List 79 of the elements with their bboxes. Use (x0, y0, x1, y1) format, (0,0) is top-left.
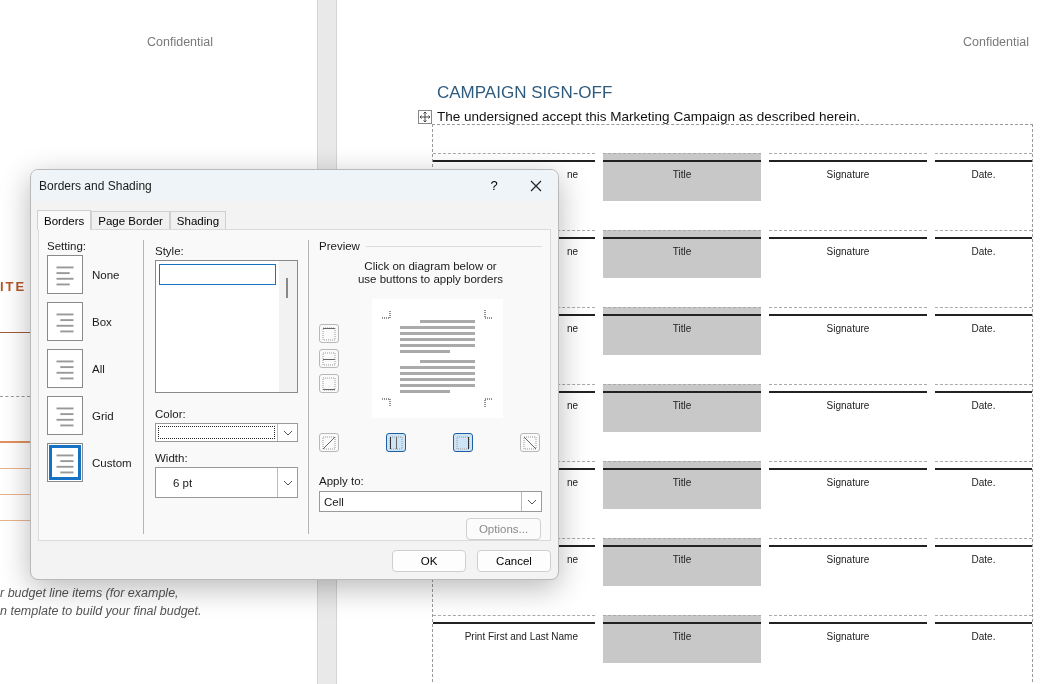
page-header: Confidential (962, 35, 1029, 49)
border-toggle-button[interactable] (319, 374, 339, 393)
border-icon (320, 433, 338, 452)
border-icon (320, 324, 338, 343)
border-toggle-button[interactable] (520, 433, 540, 452)
name-label: ne (566, 400, 578, 411)
selected-style[interactable] (159, 264, 277, 285)
close-icon (530, 179, 542, 192)
border-icon (320, 349, 338, 368)
title-label: Title (672, 246, 692, 257)
setting-label: Setting: (47, 240, 87, 254)
body-text: n template to build your final budget. (0, 603, 203, 620)
help-button[interactable]: ? (474, 177, 514, 194)
width-dropdown[interactable]: 6 pt (155, 467, 298, 498)
preview-label: Preview (319, 240, 360, 252)
signature-label: Signature (826, 169, 870, 180)
page-header: Confidential (147, 35, 214, 49)
date-label: Date. (971, 400, 996, 411)
signature-label: Signature (826, 400, 870, 411)
border-icon (387, 433, 405, 452)
title-label: Title (672, 323, 692, 334)
color-dropdown[interactable] (155, 423, 298, 442)
chevron-icon (282, 429, 293, 436)
tab[interactable]: Borders (37, 210, 92, 230)
border-toggle-button[interactable] (319, 433, 339, 452)
date-label: Date. (971, 246, 996, 257)
border-icon (521, 433, 539, 452)
date-label: Date. (971, 554, 996, 565)
border-toggle-button[interactable] (319, 349, 339, 368)
ok-button[interactable]: OK (392, 550, 466, 572)
section-heading: CAMPAIGN SIGN-OFF (437, 83, 614, 103)
cancel-button[interactable]: Cancel (477, 550, 551, 572)
style-list[interactable] (155, 260, 298, 393)
signature-label: Signature (826, 631, 870, 642)
name-label: ne (566, 246, 578, 257)
date-label: Date. (971, 631, 996, 642)
color-label: Color: (155, 408, 187, 422)
date-label: Date. (971, 477, 996, 488)
setting-option[interactable]: All (47, 349, 105, 388)
width-label: Width: (155, 452, 189, 466)
chevron-icon (282, 479, 293, 486)
border-icon (320, 374, 338, 393)
style-label: Style: (155, 245, 185, 259)
border-toggle-button[interactable] (319, 324, 339, 343)
apply-to-dropdown[interactable]: Cell (319, 491, 542, 512)
title-label: Title (672, 554, 692, 565)
body-text: r budget line items (for example, (0, 585, 180, 602)
setting-option[interactable]: Custom (47, 443, 132, 482)
name-label: Print First and Last Name (464, 631, 578, 642)
setting-option[interactable]: None (47, 255, 120, 294)
signature-label: Signature (826, 323, 870, 334)
chevron-icon (526, 498, 537, 505)
signature-label: Signature (826, 477, 870, 488)
border-icon (454, 433, 472, 452)
name-label: ne (566, 323, 578, 334)
title-label: Title (672, 631, 692, 642)
apply-to-label: Apply to: (319, 475, 365, 489)
name-label: ne (566, 477, 578, 488)
border-toggle-button[interactable] (453, 433, 473, 452)
name-label: ne (566, 554, 578, 565)
title-label: Title (672, 477, 692, 488)
signature-label: Signature (826, 246, 870, 257)
scrollbar[interactable] (279, 261, 297, 392)
name-label: ne (566, 169, 578, 180)
tab[interactable]: Shading (169, 211, 227, 229)
tab[interactable]: Page Border (91, 211, 170, 229)
border-toggle-button[interactable] (386, 433, 406, 452)
move-handle-icon[interactable] (418, 109, 432, 124)
setting-option[interactable]: Box (47, 302, 112, 341)
title-label: Title (672, 400, 692, 411)
signature-label: Signature (826, 554, 870, 565)
date-label: Date. (971, 169, 996, 180)
title-label: Title (672, 169, 692, 180)
statement-text: The undersigned accept this Marketing Campaign as described herein. (437, 109, 861, 124)
instruction-text: Click on diagram below or use buttons to apply borders (356, 260, 505, 286)
dialog-title: Borders and Shading (39, 178, 153, 193)
date-label: Date. (971, 323, 996, 334)
section-heading: ITE (0, 279, 28, 294)
setting-option[interactable]: Grid (47, 396, 114, 435)
